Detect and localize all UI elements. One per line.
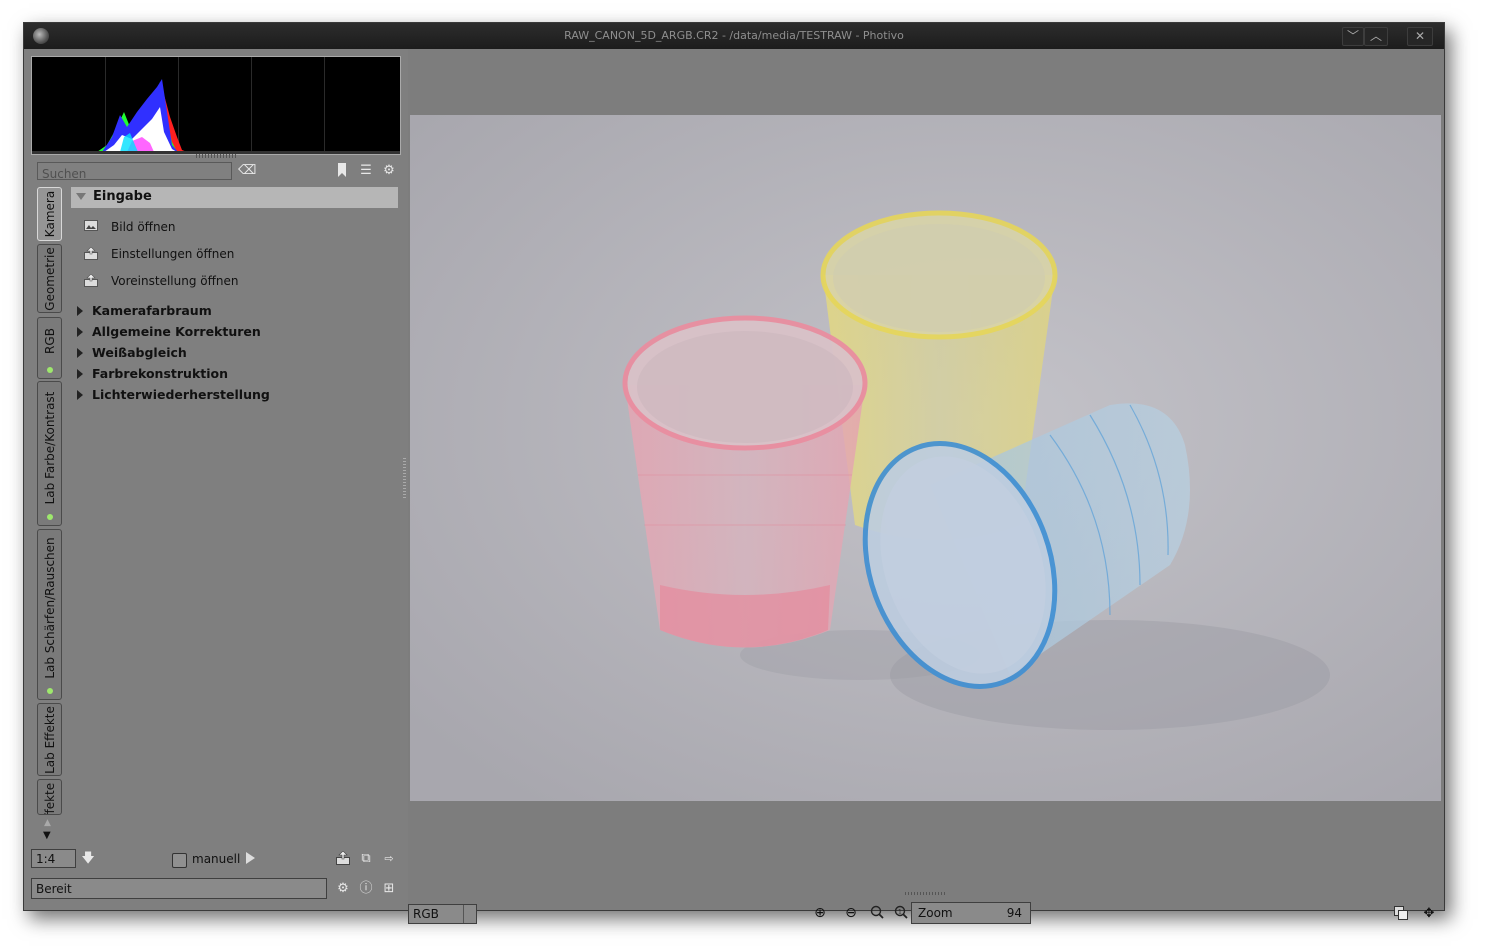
photo-preview[interactable]: [410, 115, 1441, 801]
folder-open-icon: [84, 247, 98, 260]
active-indicator: [47, 688, 53, 694]
batch-icon[interactable]: ⧉: [358, 851, 374, 867]
colorspace-select[interactable]: RGB: [408, 904, 477, 924]
expand-arrow-icon: [77, 327, 83, 337]
folder-open-icon: [84, 274, 98, 287]
settings-gear-icon[interactable]: ⚙: [381, 163, 397, 179]
active-indicator: [47, 367, 53, 373]
clear-search-icon[interactable]: ⌫: [238, 163, 256, 179]
search-field[interactable]: [37, 162, 232, 182]
manual-label: manuell: [192, 852, 241, 866]
close-button[interactable]: ✕: [1407, 27, 1433, 46]
zoom-fit-icon[interactable]: [869, 905, 885, 921]
search-input[interactable]: [38, 166, 231, 182]
image-open-icon: [84, 220, 98, 231]
tab-effekte[interactable]: Effekte: [37, 779, 62, 815]
histogram-resize-handle[interactable]: [196, 154, 236, 158]
app-window: RAW_CANON_5D_ARGB.CR2 - /data/media/TEST…: [23, 22, 1445, 924]
tab-lab-farbe-kontrast[interactable]: Lab Farbe/Kontrast: [37, 381, 62, 526]
image-view[interactable]: RGB ⊕ ⊖ 1 Zoom 94 ✥: [408, 49, 1444, 924]
collapse-triangle-icon: [76, 193, 86, 200]
tab-kamera[interactable]: Kamera: [37, 187, 62, 241]
bookmark-icon[interactable]: [334, 163, 350, 179]
pan-view-icon[interactable]: ✥: [1421, 906, 1437, 922]
active-indicator: [47, 514, 53, 520]
zoom-in-icon[interactable]: ⊕: [812, 905, 828, 921]
tab-geometrie[interactable]: Geometrie: [37, 244, 62, 313]
zoom-value: 94: [1006, 906, 1022, 920]
info-icon[interactable]: ⓘ: [358, 881, 374, 897]
window-title: RAW_CANON_5D_ARGB.CR2 - /data/media/TEST…: [564, 29, 904, 42]
tab-rgb[interactable]: RGB: [37, 317, 62, 379]
expand-arrow-icon: [77, 369, 83, 379]
zoom-100-icon[interactable]: 1: [893, 905, 909, 921]
manual-checkbox[interactable]: [172, 853, 187, 868]
tab-scroll-up-icon[interactable]: ▲: [44, 818, 51, 828]
fullscreen-icon[interactable]: ⊞: [381, 881, 397, 897]
photo-content: [410, 115, 1441, 801]
bottom-resize-handle[interactable]: [905, 892, 945, 895]
download-arrow-icon[interactable]: 🡇: [80, 851, 96, 867]
maximize-button[interactable]: ︿: [1364, 27, 1388, 46]
tab-scroll-down-icon[interactable]: ▼: [43, 830, 51, 841]
minimize-button[interactable]: ﹀: [1342, 27, 1364, 46]
svg-text:1: 1: [898, 909, 902, 916]
histogram-curves: [32, 79, 400, 154]
zoom-out-icon[interactable]: ⊖: [843, 905, 859, 921]
tab-lab-effekte[interactable]: Lab Effekte: [37, 703, 62, 776]
expand-arrow-icon: [77, 348, 83, 358]
settings-icon[interactable]: ⚙: [335, 881, 351, 897]
send-to-icon[interactable]: ⇨: [381, 851, 397, 867]
list-view-icon[interactable]: ☰: [358, 163, 374, 179]
section-eingabe-header[interactable]: Eingabe: [71, 187, 398, 208]
left-panel: ⌫ ☰ ⚙ Kamera Geometrie RGB Lab Farbe/Kon…: [24, 49, 408, 910]
expand-arrow-icon: [77, 390, 83, 400]
scale-select[interactable]: 1:4: [31, 849, 76, 868]
status-field: Bereit: [31, 878, 327, 899]
histogram: [31, 56, 401, 155]
expand-arrow-icon: [77, 306, 83, 316]
title-bar[interactable]: RAW_CANON_5D_ARGB.CR2 - /data/media/TEST…: [24, 23, 1444, 49]
tab-lab-schaerfen-rauschen[interactable]: Lab Schärfen/Rauschen: [37, 529, 62, 700]
zoom-spinbox[interactable]: Zoom 94: [911, 902, 1031, 924]
panel-splitter[interactable]: [403, 458, 406, 498]
app-logo-icon: [33, 28, 49, 44]
compare-icon[interactable]: [1393, 906, 1409, 922]
export-icon[interactable]: [335, 850, 351, 867]
play-icon[interactable]: [246, 852, 255, 864]
